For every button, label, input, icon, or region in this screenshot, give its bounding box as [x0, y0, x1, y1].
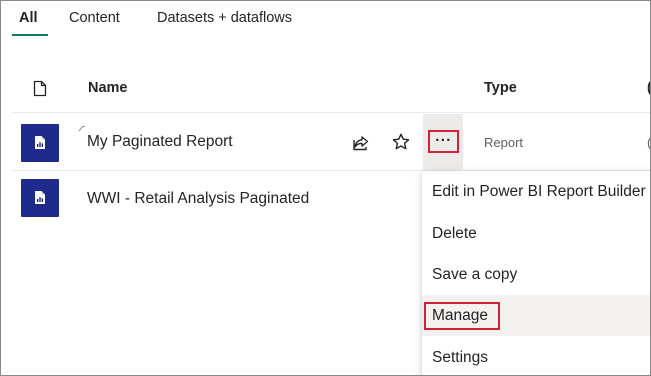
menu-item-manage[interactable]: Manage: [422, 295, 650, 336]
new-item-sparkle-icon: [78, 125, 86, 132]
star-icon[interactable]: [391, 132, 411, 152]
document-icon: [33, 80, 47, 97]
column-header-name[interactable]: Name: [88, 80, 128, 96]
more-options-cell: ···: [423, 114, 463, 171]
table-row[interactable]: My Paginated Report ··· Report (: [11, 114, 650, 171]
menu-item-manage-label: Manage: [432, 307, 489, 324]
table-header: Name Type (: [11, 65, 650, 113]
menu-item-delete[interactable]: Delete: [422, 213, 650, 254]
column-header-next[interactable]: (: [647, 80, 650, 96]
tab-all[interactable]: All: [19, 10, 38, 26]
item-next-column-value: (: [647, 135, 651, 150]
item-context-menu: Edit in Power BI Report Builder Delete S…: [422, 171, 650, 375]
paginated-report-icon: [21, 179, 59, 217]
menu-item-edit-in-report-builder[interactable]: Edit in Power BI Report Builder: [422, 171, 650, 212]
paginated-report-icon: [21, 124, 59, 162]
column-header-type[interactable]: Type: [484, 80, 517, 96]
active-tab-indicator: [12, 34, 48, 36]
more-options-icon: ···: [435, 132, 452, 149]
workspace-content-list: All Content Datasets + dataflows Name Ty…: [0, 0, 651, 376]
item-name-link[interactable]: WWI - Retail Analysis Paginated: [87, 190, 309, 208]
item-type: Report: [484, 135, 524, 150]
item-name-link[interactable]: My Paginated Report: [87, 133, 233, 151]
share-icon[interactable]: [351, 133, 371, 153]
tab-datasets-dataflows[interactable]: Datasets + dataflows: [157, 10, 292, 26]
more-options-button[interactable]: ···: [428, 130, 459, 153]
tab-content[interactable]: Content: [69, 10, 120, 26]
menu-item-settings[interactable]: Settings: [422, 337, 650, 375]
menu-item-save-a-copy[interactable]: Save a copy: [422, 254, 650, 295]
